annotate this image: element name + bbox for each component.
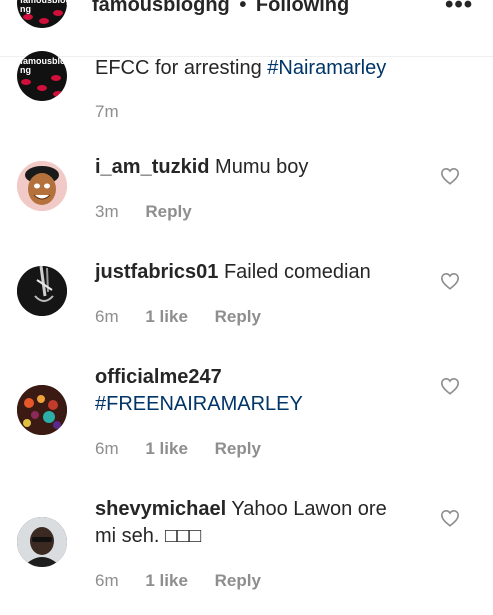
- comment-username[interactable]: officialme247: [95, 366, 222, 388]
- comment-username[interactable]: justfabrics01: [95, 261, 218, 283]
- avatar-logo-text: famousblog ng: [20, 56, 67, 75]
- caption-body: EFCC for arresting: [95, 57, 262, 79]
- comment-username[interactable]: i_am_tuzkid: [95, 156, 209, 178]
- comment-time: 6m: [95, 571, 119, 590]
- comment-avatar[interactable]: [17, 161, 67, 211]
- header-username[interactable]: famousblogng: [92, 0, 230, 16]
- header-avatar[interactable]: famousblog ng: [17, 0, 67, 28]
- comment-avatar[interactable]: [17, 517, 67, 567]
- comment-avatar[interactable]: [17, 385, 67, 435]
- comment-text: i_am_tuzkid Mumu boy: [95, 154, 308, 180]
- comment-text-continued: mi seh. □□□: [95, 525, 202, 547]
- caption-avatar[interactable]: famousblog ng: [17, 51, 67, 101]
- post-header: famousblog ng famousblogng • Following ••…: [0, 0, 493, 57]
- likes-count[interactable]: 1 like: [145, 571, 188, 590]
- header-separator: •: [239, 0, 247, 16]
- comment-meta: 3m Reply: [95, 202, 192, 222]
- heart-outline-icon[interactable]: [440, 167, 460, 185]
- comment-time: 6m: [95, 307, 119, 326]
- comment-text: justfabrics01 Failed comedian: [95, 259, 371, 285]
- comment-time: 6m: [95, 439, 119, 458]
- comment-username-line: officialme247: [95, 364, 222, 390]
- heart-outline-icon[interactable]: [440, 272, 460, 290]
- caption-time: 7m: [95, 102, 119, 121]
- heart-outline-icon[interactable]: [440, 509, 460, 527]
- reply-button[interactable]: Reply: [145, 202, 191, 221]
- reply-button[interactable]: Reply: [215, 307, 261, 326]
- reply-button[interactable]: Reply: [215, 439, 261, 458]
- more-options-icon[interactable]: •••: [445, 0, 473, 19]
- reply-button[interactable]: Reply: [215, 571, 261, 590]
- caption-text: EFCC for arresting #Nairamarley: [95, 55, 386, 81]
- comment-text: #FREENAIRAMARLEY: [95, 391, 303, 417]
- comment-username[interactable]: shevymichael: [95, 498, 226, 520]
- comment-avatar[interactable]: [17, 266, 67, 316]
- likes-count[interactable]: 1 like: [145, 307, 188, 326]
- comment-meta: 6m 1 like Reply: [95, 307, 261, 327]
- caption-hashtag[interactable]: #Nairamarley: [267, 57, 386, 79]
- comment-meta: 6m 1 like Reply: [95, 571, 261, 591]
- comment-time: 3m: [95, 202, 119, 221]
- comment-body: Mumu boy: [215, 156, 309, 178]
- heart-outline-icon[interactable]: [440, 377, 460, 395]
- likes-count[interactable]: 1 like: [145, 439, 188, 458]
- comment-body: Yahoo Lawon ore: [231, 498, 387, 520]
- follow-status[interactable]: Following: [256, 0, 349, 16]
- comment-hashtag[interactable]: #FREENAIRAMARLEY: [95, 393, 303, 415]
- header-title: famousblogng • Following: [92, 0, 349, 17]
- comment-body: Failed comedian: [223, 261, 371, 283]
- comment-text: shevymichael Yahoo Lawon ore: [95, 496, 387, 522]
- comment-meta: 6m 1 like Reply: [95, 439, 261, 459]
